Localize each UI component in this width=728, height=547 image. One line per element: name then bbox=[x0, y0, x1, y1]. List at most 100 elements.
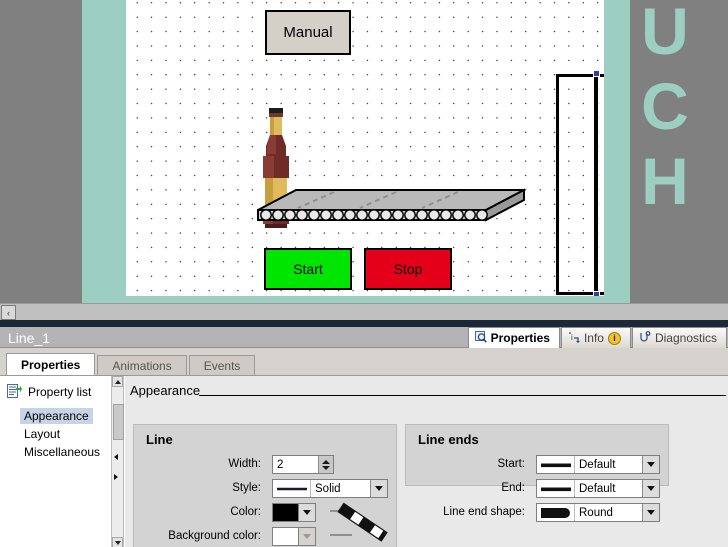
label-color: Color: bbox=[230, 506, 261, 518]
line-round-end-preview-icon bbox=[537, 504, 575, 521]
line-color-picker[interactable] bbox=[272, 503, 316, 522]
spinner-up-icon bbox=[322, 459, 330, 464]
section-header: Appearance bbox=[130, 383, 201, 398]
label-style: Style: bbox=[232, 482, 261, 494]
selection-handle-top[interactable] bbox=[593, 70, 600, 77]
solid-line-preview-icon bbox=[273, 480, 311, 497]
nav-item-miscellaneous-label: Miscellaneous bbox=[24, 445, 101, 459]
subtab-animations[interactable]: Animations bbox=[97, 355, 187, 376]
scroll-up-button[interactable] bbox=[112, 376, 123, 387]
start-dropdown-arrow[interactable] bbox=[642, 456, 659, 473]
line-preview-graphic bbox=[330, 502, 388, 542]
brand-watermark: UCH bbox=[628, 0, 702, 219]
stop-button[interactable]: Stop bbox=[364, 248, 452, 290]
background-color-dropdown-arrow bbox=[299, 527, 316, 546]
style-value: Solid bbox=[315, 482, 341, 495]
tab-properties-label: Properties bbox=[490, 331, 550, 345]
appearance-section: Appearance Line Width: 2 Style: Solid Co… bbox=[125, 376, 728, 547]
label-background-color: Background color: bbox=[168, 530, 261, 542]
chevron-down-icon bbox=[647, 486, 655, 491]
properties-tabstrip: Properties i Info i Diagnostics bbox=[467, 326, 728, 348]
diagnostics-icon bbox=[639, 330, 651, 346]
subtab-animations-label: Animations bbox=[112, 359, 172, 373]
info-badge: i bbox=[607, 331, 621, 345]
nav-item-layout[interactable]: Layout bbox=[20, 426, 64, 442]
background-color-picker[interactable] bbox=[272, 527, 316, 546]
property-list-label: Property list bbox=[28, 384, 92, 399]
selected-line-shape[interactable] bbox=[594, 74, 598, 295]
label-start: Start: bbox=[497, 458, 525, 470]
nav-item-appearance-label: Appearance bbox=[24, 409, 89, 423]
tab-diagnostics-label: Diagnostics bbox=[654, 331, 717, 345]
scroll-down-button[interactable] bbox=[112, 537, 123, 547]
background-color-swatch[interactable] bbox=[272, 527, 299, 546]
width-value: 2 bbox=[277, 458, 284, 471]
label-width: Width: bbox=[228, 458, 261, 470]
manual-button-label: Manual bbox=[283, 24, 333, 41]
spinner-down-icon bbox=[322, 465, 330, 470]
section-divider bbox=[199, 395, 726, 396]
conveyor-graphic[interactable] bbox=[256, 188, 526, 234]
start-button[interactable]: Start bbox=[264, 248, 352, 290]
scrollbar-thumb-vertical[interactable] bbox=[113, 404, 124, 440]
stop-button-label: Stop bbox=[393, 261, 423, 277]
label-end: End: bbox=[501, 482, 525, 494]
hmi-editor-area: UCH Manual Start Stop bbox=[0, 0, 728, 303]
property-list-header[interactable]: Property list bbox=[7, 384, 91, 399]
nav-item-appearance[interactable]: Appearance bbox=[20, 408, 93, 424]
properties-pane-body: Properties Animations Events Property li… bbox=[0, 348, 728, 547]
application-window: UCH Manual Start Stop ‹ Line_1 Propertie… bbox=[0, 0, 728, 547]
editor-background-bottom bbox=[126, 296, 604, 303]
svg-text:i: i bbox=[571, 333, 573, 342]
width-stepper[interactable]: 2 bbox=[272, 455, 334, 474]
line-color-swatch[interactable] bbox=[272, 503, 299, 522]
group-line: Line Width: 2 Style: Solid Color: Backgr… bbox=[133, 424, 397, 547]
manual-button[interactable]: Manual bbox=[265, 10, 351, 55]
editor-background-right bbox=[604, 0, 630, 303]
properties-subtabs: Properties Animations Events bbox=[6, 353, 257, 376]
hmi-screen-canvas[interactable]: Manual Start Stop bbox=[126, 0, 604, 296]
line-end-shape-combobox[interactable]: Round bbox=[536, 503, 660, 522]
end-value: Default bbox=[579, 482, 616, 495]
group-line-ends: Line ends Start: Default End: Default Li… bbox=[405, 424, 669, 522]
chevron-left-icon: ‹ bbox=[7, 307, 10, 318]
chevron-down-icon bbox=[647, 462, 655, 467]
chevron-down-icon bbox=[303, 510, 311, 515]
scroll-marker-right-icon bbox=[114, 474, 118, 480]
nav-item-miscellaneous[interactable]: Miscellaneous bbox=[20, 444, 104, 460]
property-list-scrollbar[interactable] bbox=[111, 376, 124, 547]
start-value: Default bbox=[579, 458, 616, 471]
info-arrow-icon: i bbox=[568, 331, 580, 346]
subtab-properties-label: Properties bbox=[21, 358, 81, 372]
scroll-left-button[interactable]: ‹ bbox=[1, 305, 16, 320]
line-end-shape-value: Round bbox=[579, 506, 613, 519]
group-line-ends-title: Line ends bbox=[418, 432, 479, 447]
nav-item-layout-label: Layout bbox=[24, 427, 61, 441]
line-color-dropdown-arrow[interactable] bbox=[299, 503, 316, 522]
tab-diagnostics[interactable]: Diagnostics bbox=[631, 327, 727, 348]
properties-magnifier-icon bbox=[474, 330, 487, 346]
chevron-down-icon bbox=[303, 534, 311, 539]
tab-properties[interactable]: Properties bbox=[467, 327, 560, 348]
editor-horizontal-scrollbar[interactable]: ‹ bbox=[0, 303, 728, 320]
width-spin-buttons[interactable] bbox=[318, 456, 333, 473]
line-flat-end-preview-icon bbox=[537, 456, 575, 473]
subtab-events-label: Events bbox=[203, 359, 241, 373]
page-title: Line_1 bbox=[8, 330, 51, 346]
end-combobox[interactable]: Default bbox=[536, 479, 660, 498]
tab-info[interactable]: i Info i bbox=[560, 327, 631, 348]
group-line-title: Line bbox=[146, 432, 173, 447]
chevron-down-icon bbox=[647, 510, 655, 515]
start-button-label: Start bbox=[293, 261, 323, 277]
property-list-nav: Property list Appearance Layout Miscella… bbox=[0, 376, 110, 547]
scroll-marker-left-icon bbox=[114, 454, 118, 460]
style-combobox[interactable]: Solid bbox=[272, 479, 388, 498]
end-dropdown-arrow[interactable] bbox=[642, 480, 659, 497]
line-end-shape-dropdown-arrow[interactable] bbox=[642, 504, 659, 521]
style-dropdown-arrow[interactable] bbox=[370, 480, 387, 497]
start-combobox[interactable]: Default bbox=[536, 455, 660, 474]
subtab-events[interactable]: Events bbox=[188, 355, 256, 376]
properties-content-area: Property list Appearance Layout Miscella… bbox=[0, 375, 728, 547]
label-line-end-shape: Line end shape: bbox=[443, 506, 525, 518]
subtab-properties[interactable]: Properties bbox=[6, 353, 96, 376]
